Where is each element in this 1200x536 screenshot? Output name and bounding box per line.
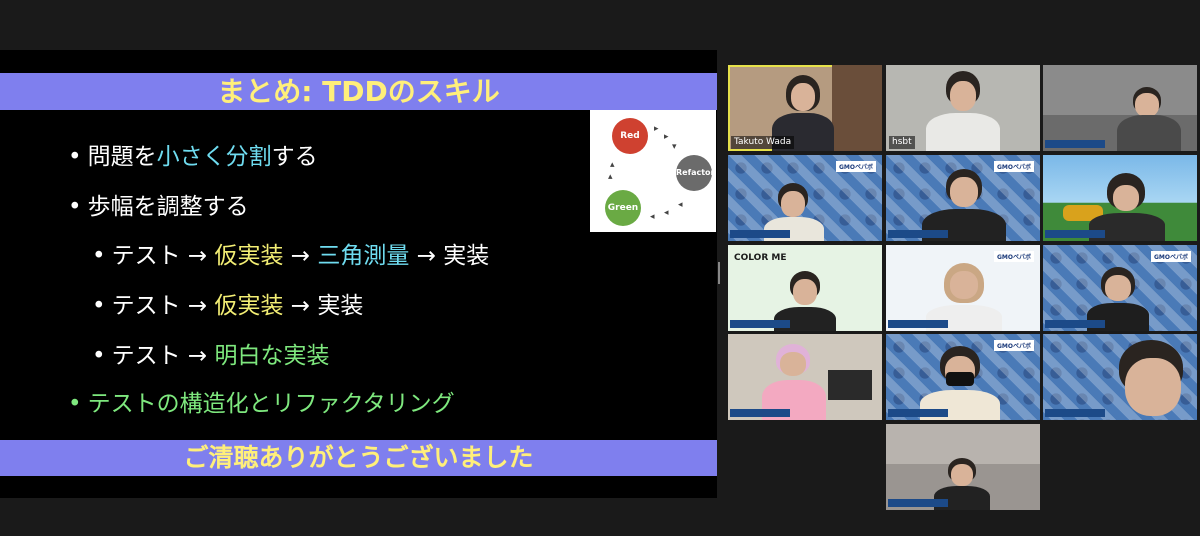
- slide-title: まとめ: TDDのスキル: [0, 73, 717, 110]
- participant-face: [1113, 185, 1139, 211]
- company-logo: GMOペパボ: [994, 161, 1034, 172]
- bullet-text: → 実装: [283, 293, 364, 319]
- bullet-text: テスト →: [111, 243, 215, 269]
- arrow-icon: ▴: [610, 160, 615, 170]
- participant-name: [888, 409, 948, 417]
- video-tile-hsbt[interactable]: hsbt: [886, 65, 1040, 151]
- bullet-text: 問題を: [87, 144, 157, 170]
- video-tile-participant-3[interactable]: [1043, 65, 1197, 151]
- video-tile-participant-13[interactable]: [886, 424, 1040, 510]
- participant-face: [781, 191, 805, 217]
- arrow-icon: ◂: [664, 208, 669, 218]
- bullet-text: テストの構造化とリファクタリング: [87, 391, 455, 417]
- video-tile-participant-12[interactable]: [1043, 334, 1197, 420]
- green-node: Green: [605, 190, 641, 226]
- participant-face: [950, 177, 978, 207]
- participant-face: [780, 352, 806, 376]
- company-logo: GMOペパボ: [994, 340, 1034, 351]
- shared-slide: まとめ: TDDのスキル • 問題を小さく分割する • 歩幅を調整する • テスト →…: [0, 50, 717, 498]
- participant-name: [1045, 140, 1105, 148]
- participant-name: [888, 499, 948, 507]
- bullet-text: テスト →: [111, 343, 215, 369]
- video-tile-participant-5[interactable]: GMOペパボ: [886, 155, 1040, 241]
- participant-face: [950, 81, 976, 111]
- face-mask: [946, 372, 974, 386]
- participant-body: [1117, 115, 1181, 151]
- video-tile-takuto-wada[interactable]: Takuto Wada: [728, 65, 882, 151]
- company-logo: GMOペパボ: [994, 251, 1034, 262]
- participant-name: [730, 230, 790, 238]
- participant-name: Takuto Wada: [731, 136, 795, 149]
- brand-logo: COLOR ME: [734, 253, 787, 263]
- bullet-text: → 実装: [409, 243, 490, 269]
- participant-name: [1045, 320, 1105, 328]
- video-tile-participant-9[interactable]: GMOペパボ: [1043, 245, 1197, 331]
- bullet-highlight: 明白な実装: [214, 343, 330, 369]
- bullet-highlight: 仮実装: [214, 243, 284, 269]
- participant-name: [1045, 230, 1105, 238]
- participant-name: [888, 230, 948, 238]
- video-tile-participant-11[interactable]: GMOペパボ: [886, 334, 1040, 420]
- participant-face: [793, 279, 817, 305]
- participant-face: [951, 464, 973, 486]
- panel-resize-handle[interactable]: [718, 262, 720, 284]
- bullet-2: • 歩幅を調整する: [68, 194, 249, 220]
- concrete-wall: [1043, 65, 1197, 115]
- slide-footer: ご清聴ありがとうございました: [0, 440, 717, 476]
- bullet-text: →: [283, 243, 318, 269]
- bullet-highlight: 三角測量: [317, 243, 410, 269]
- arrow-icon: ◂: [678, 200, 683, 210]
- monitor: [828, 370, 872, 400]
- participant-face: [1125, 358, 1181, 416]
- participant-face: [1105, 275, 1131, 301]
- arrow-icon: ▴: [608, 172, 613, 182]
- video-tile-participant-10[interactable]: [728, 334, 882, 420]
- participant-face: [950, 271, 978, 299]
- refactor-node: Refactor: [676, 155, 714, 191]
- red-node: Red: [612, 118, 648, 154]
- video-tile-participant-8[interactable]: GMOペパボ: [886, 245, 1040, 331]
- company-logo: GMOペパボ: [1151, 251, 1191, 262]
- participant-face: [1135, 93, 1159, 117]
- bullet-highlight: 小さく分割: [156, 144, 272, 170]
- bullet-text: 歩幅を調整する: [87, 194, 249, 220]
- video-tile-participant-6[interactable]: [1043, 155, 1197, 241]
- arrow-icon: ◂: [650, 212, 655, 222]
- participant-name: [1045, 409, 1105, 417]
- video-tile-participant-7[interactable]: COLOR ME: [728, 245, 882, 331]
- participant-name: [730, 409, 790, 417]
- tdd-cycle-diagram: Red Refactor Green ▸ ▸ ▾ ◂ ◂ ◂ ▴ ▴: [590, 110, 716, 232]
- bullet-text: する: [271, 144, 318, 170]
- participant-face: [791, 83, 815, 111]
- bullet-highlight: 仮実装: [214, 293, 284, 319]
- bullet-6: • テストの構造化とリファクタリング: [68, 391, 455, 417]
- participant-name: hsbt: [889, 136, 915, 149]
- bullet-3: • テスト → 仮実装 → 三角測量 → 実装: [92, 243, 490, 269]
- bookshelf: [832, 65, 882, 151]
- participant-name: [888, 320, 948, 328]
- company-logo: GMOペパボ: [836, 161, 876, 172]
- arrow-icon: ▸: [654, 124, 659, 134]
- bullet-1: • 問題を小さく分割する: [68, 144, 318, 170]
- bullet-text: テスト →: [111, 293, 215, 319]
- arrow-icon: ▸: [664, 132, 669, 142]
- video-tile-participant-4[interactable]: GMOペパボ: [728, 155, 882, 241]
- bullet-5: • テスト → 明白な実装: [92, 343, 330, 369]
- participant-name: [730, 320, 790, 328]
- arrow-icon: ▾: [672, 142, 677, 152]
- participant-body: [926, 113, 1000, 151]
- bullet-4: • テスト → 仮実装 → 実装: [92, 293, 364, 319]
